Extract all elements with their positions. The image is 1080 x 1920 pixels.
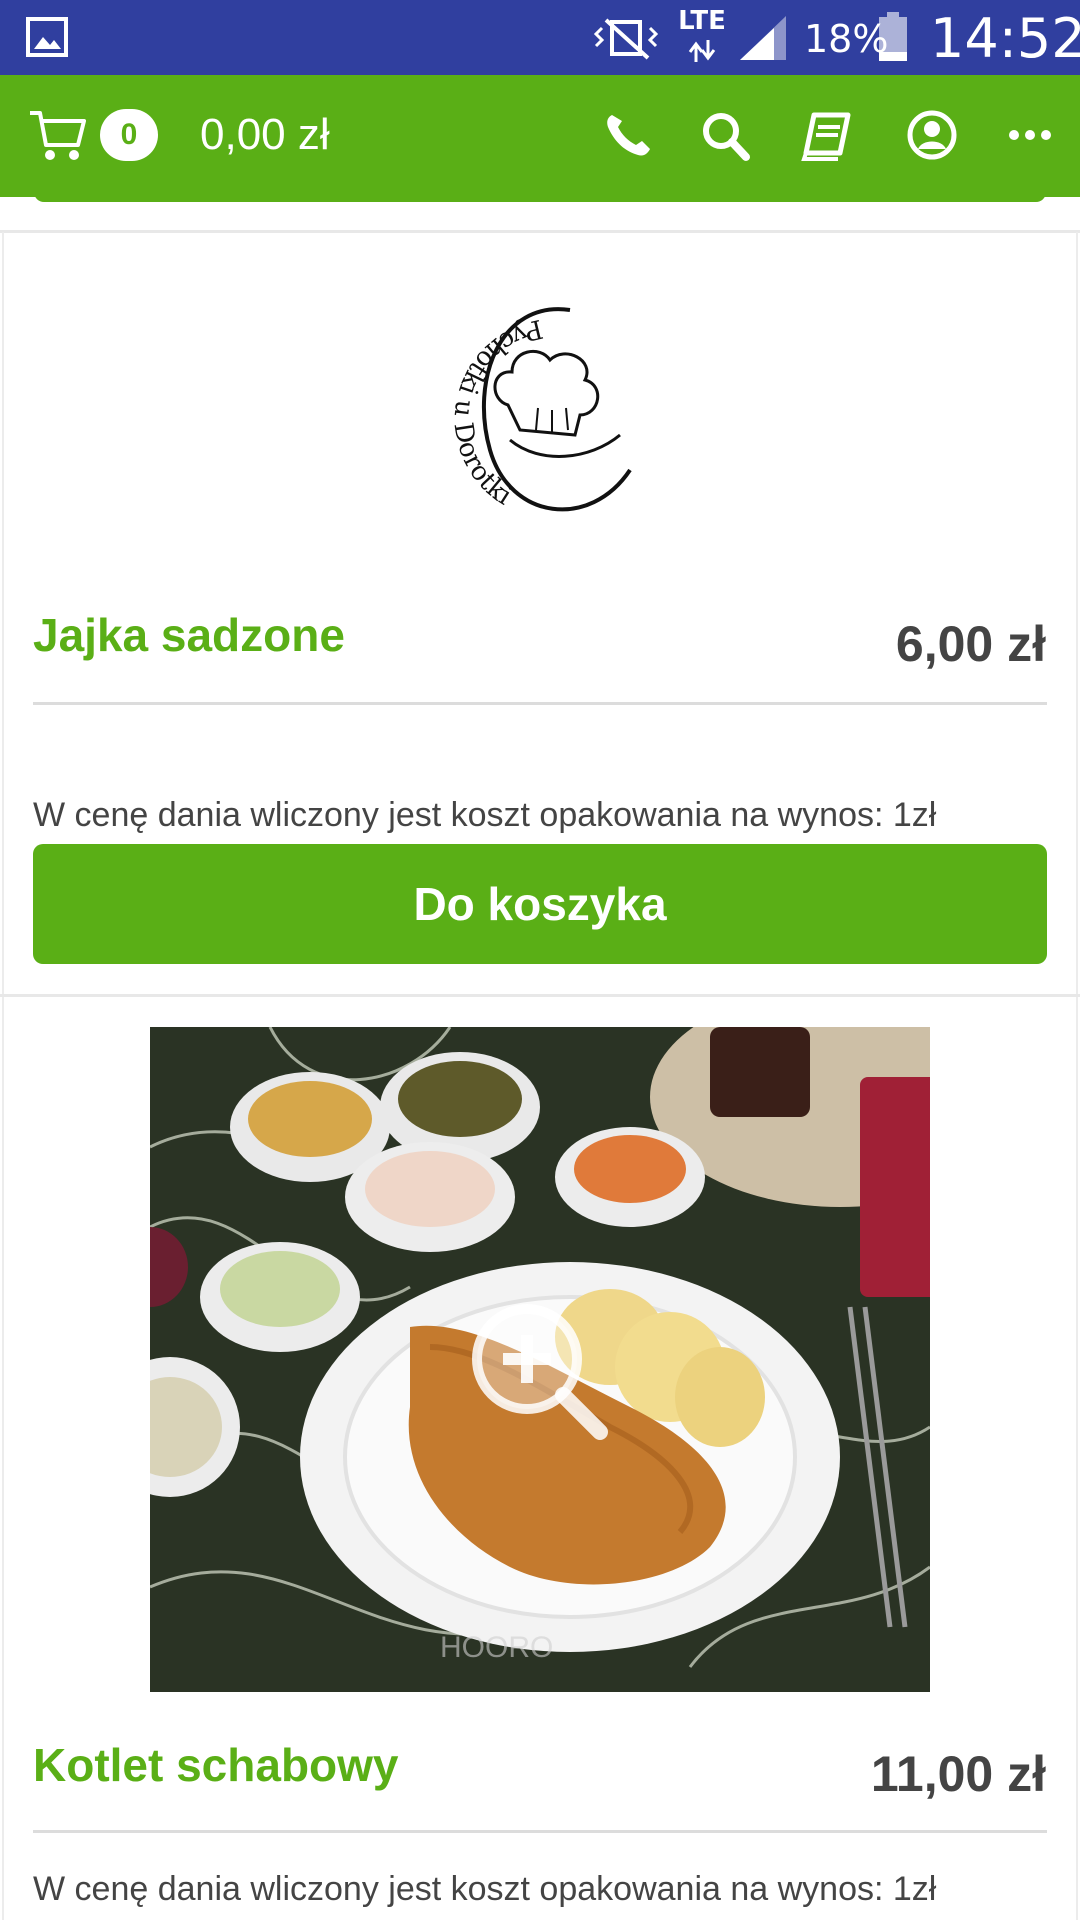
item-title: Kotlet schabowy <box>33 1739 399 1791</box>
search-icon[interactable] <box>696 107 756 163</box>
clock: 14:52 <box>930 7 1080 70</box>
battery-percent: 18% <box>804 17 889 61</box>
item-divider <box>33 1830 1047 1833</box>
network-type: LTE <box>678 6 726 36</box>
zoom-in-icon[interactable] <box>465 1297 615 1447</box>
menu-book-icon[interactable] <box>798 107 858 163</box>
phone-icon[interactable] <box>598 107 658 163</box>
card-divider <box>0 994 1080 997</box>
status-bar: LTE 18% 14:52 <box>0 0 1080 75</box>
item-title: Jajka sadzone <box>33 609 345 661</box>
svg-text:Pychotki u Dorotki: Pychotki u Dorotki <box>448 313 546 512</box>
restaurant-logo: Pychotki u Dorotki <box>448 307 632 512</box>
cart-icon[interactable] <box>28 107 88 163</box>
card-border-left <box>2 232 4 1920</box>
data-arrows-icon <box>688 40 716 62</box>
cart-total[interactable]: 0,00 zł <box>200 105 330 165</box>
item-note: W cenę dania wliczony jest koszt opakowa… <box>33 796 937 834</box>
more-icon[interactable] <box>1000 107 1060 163</box>
previous-item-button-edge[interactable] <box>34 190 1046 202</box>
item-note: W cenę dania wliczony jest koszt opakowa… <box>33 1870 937 1908</box>
card-divider <box>0 230 1080 233</box>
account-icon[interactable] <box>902 107 962 163</box>
item-price: 6,00 zł <box>895 616 1046 672</box>
app-bar: 0 0,00 zł <box>0 75 1080 197</box>
photo-watermark: HOORO <box>440 1631 553 1664</box>
item-divider <box>33 702 1047 705</box>
add-to-cart-button[interactable]: Do koszyka <box>33 844 1047 964</box>
cart-count-badge[interactable]: 0 <box>100 109 158 161</box>
card-border-right <box>1076 232 1078 1920</box>
gallery-icon <box>26 17 68 57</box>
battery-icon <box>879 12 907 61</box>
vibrate-icon <box>593 18 659 60</box>
logo-text: Pychotki u Dorotki <box>448 313 546 512</box>
signal-icon <box>740 16 786 60</box>
item-price: 11,00 zł <box>870 1746 1046 1802</box>
